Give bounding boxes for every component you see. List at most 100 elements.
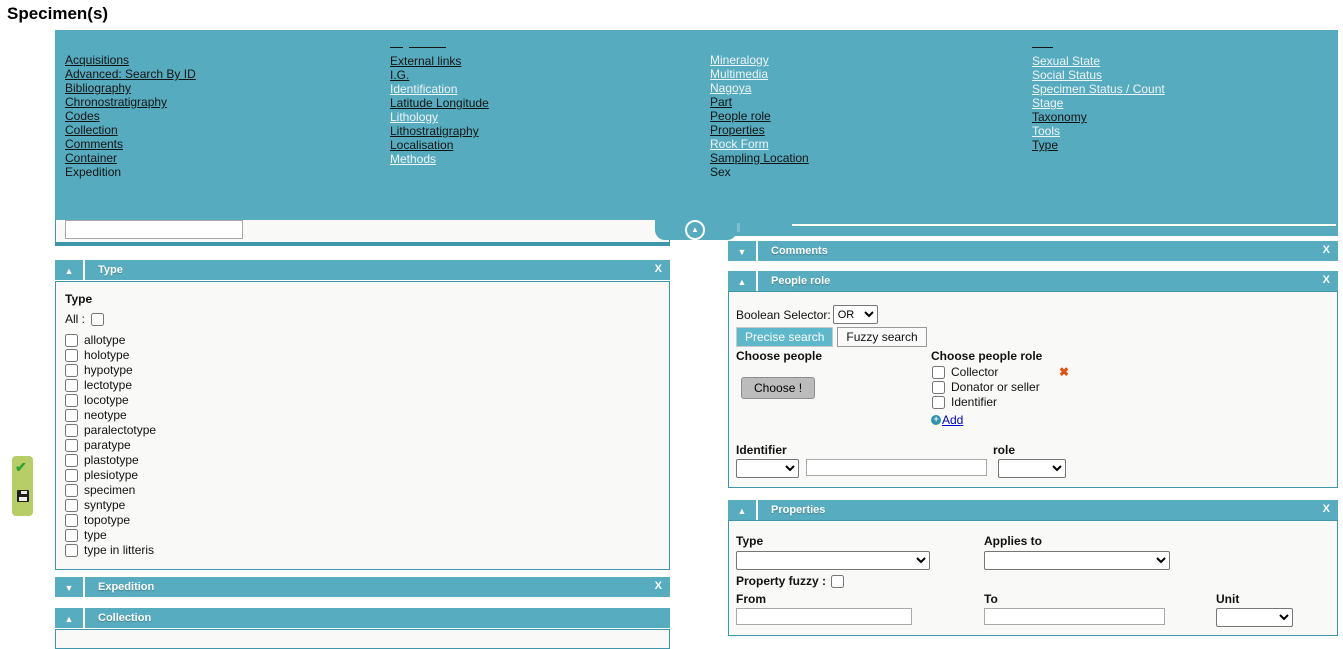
nav-link[interactable]: Properties [710,123,765,137]
nav-link[interactable]: Stage [1032,96,1063,110]
choose-button[interactable]: Choose ! [741,377,815,399]
type-option-checkbox[interactable] [65,424,78,437]
nav-link[interactable] [1032,39,1053,48]
to-input[interactable] [984,608,1165,625]
type-option-checkbox[interactable] [65,334,78,347]
hidden-panel-input[interactable] [65,220,243,239]
close-comments-button[interactable]: X [1323,244,1330,256]
nav-link[interactable]: Codes [65,109,100,123]
type-option-row[interactable]: type [65,529,156,542]
all-checkbox[interactable] [91,313,104,326]
type-option-row[interactable]: allotype [65,334,156,347]
type-option-checkbox[interactable] [65,409,78,422]
validate-check-icon[interactable] [15,459,27,476]
nav-link[interactable]: Multimedia [710,67,768,81]
role-select[interactable] [998,459,1066,478]
nav-link[interactable]: Rock Form [710,137,769,151]
type-option-row[interactable]: paralectotype [65,424,156,437]
collapse-overlay-icon[interactable] [685,220,705,240]
collapse-type-button[interactable] [55,260,85,280]
type-option-row[interactable]: lectotype [65,379,156,392]
people-role-option-row[interactable]: Identifier [932,396,1040,409]
close-expedition-button[interactable]: X [655,580,662,592]
nav-link[interactable]: Tools [1032,124,1060,138]
people-role-checkbox[interactable] [932,396,945,409]
save-icon[interactable] [17,490,29,502]
type-option-row[interactable]: locotype [65,394,156,407]
nav-link[interactable]: Part [710,95,732,109]
nav-link[interactable]: Taxonomy [1032,110,1087,124]
nav-link[interactable]: Identification [390,82,457,96]
nav-link[interactable]: Mineralogy [710,53,769,67]
type-option-checkbox[interactable] [65,484,78,497]
expand-comments-button[interactable] [728,241,758,261]
nav-link[interactable]: Expedition [65,165,121,179]
type-option-row[interactable]: neotype [65,409,156,422]
nav-link[interactable]: Container [65,151,117,165]
nav-link[interactable]: Sampling Location [710,151,809,165]
type-option-checkbox[interactable] [65,364,78,377]
type-option-checkbox[interactable] [65,454,78,467]
close-people-role-button[interactable]: X [1323,274,1330,286]
people-role-option-row[interactable]: Collector [932,366,1040,379]
nav-link[interactable]: Lithostratigraphy [390,124,479,138]
people-name-input[interactable] [806,459,987,476]
type-option-checkbox[interactable] [65,394,78,407]
nav-link[interactable]: External links [390,54,461,68]
type-option-row[interactable]: plesiotype [65,469,156,482]
type-option-checkbox[interactable] [65,439,78,452]
unit-select[interactable] [1216,608,1293,627]
type-option-row[interactable]: paratype [65,439,156,452]
type-option-checkbox[interactable] [65,349,78,362]
nav-link[interactable]: Localisation [390,138,453,152]
add-row[interactable]: Add [931,413,963,427]
nav-link[interactable]: Specimen Status / Count [1032,82,1165,96]
nav-link[interactable]: Latitude Longitude [390,96,489,110]
nav-link[interactable]: Lithology [390,110,438,124]
type-option-row[interactable]: syntype [65,499,156,512]
nav-link[interactable]: Acquisitions [65,53,129,67]
expand-expedition-button[interactable] [55,577,85,597]
nav-link[interactable]: Bibliography [65,81,131,95]
type-option-row[interactable]: holotype [65,349,156,362]
tab-precise-search[interactable]: Precise search [736,327,833,347]
close-type-button[interactable]: X [655,263,662,275]
nav-link[interactable]: Social Status [1032,68,1102,82]
nav-link[interactable]: Methods [390,152,436,166]
property-fuzzy-checkbox[interactable] [831,575,844,588]
close-properties-button[interactable]: X [1323,503,1330,515]
boolean-selector[interactable]: OR [833,305,878,324]
type-option-checkbox[interactable] [65,529,78,542]
nav-link[interactable]: Nagoya [710,81,751,95]
property-type-select[interactable] [736,551,930,570]
remove-row-icon[interactable] [1059,365,1069,379]
type-option-row[interactable]: type in litteris [65,544,156,557]
people-role-option-row[interactable]: Donator or seller [932,381,1040,394]
type-option-checkbox[interactable] [65,544,78,557]
type-option-checkbox[interactable] [65,469,78,482]
type-option-row[interactable]: topotype [65,514,156,527]
nav-link[interactable]: Comments [65,137,123,151]
type-option-row[interactable]: plastotype [65,454,156,467]
nav-link[interactable]: Collection [65,123,118,137]
type-option-row[interactable]: specimen [65,484,156,497]
people-role-checkbox[interactable] [932,366,945,379]
applies-to-select[interactable] [984,551,1170,570]
nav-link[interactable] [390,39,446,48]
collapse-properties-button[interactable] [728,500,758,520]
tab-fuzzy-search[interactable]: Fuzzy search [837,327,926,347]
type-option-checkbox[interactable] [65,499,78,512]
collapse-people-role-button[interactable] [728,271,758,291]
identifier-select[interactable] [736,459,799,478]
type-option-row[interactable]: hypotype [65,364,156,377]
nav-link[interactable]: I.G. [390,68,409,82]
nav-link[interactable]: Sex [710,165,731,179]
collapse-collection-button[interactable] [55,608,85,628]
nav-link[interactable]: Type [1032,138,1058,152]
nav-link[interactable]: People role [710,109,771,123]
people-role-checkbox[interactable] [932,381,945,394]
type-option-checkbox[interactable] [65,514,78,527]
nav-link[interactable]: Chronostratigraphy [65,95,167,109]
nav-link[interactable]: Advanced: Search By ID [65,67,196,81]
nav-link[interactable]: Sexual State [1032,54,1100,68]
